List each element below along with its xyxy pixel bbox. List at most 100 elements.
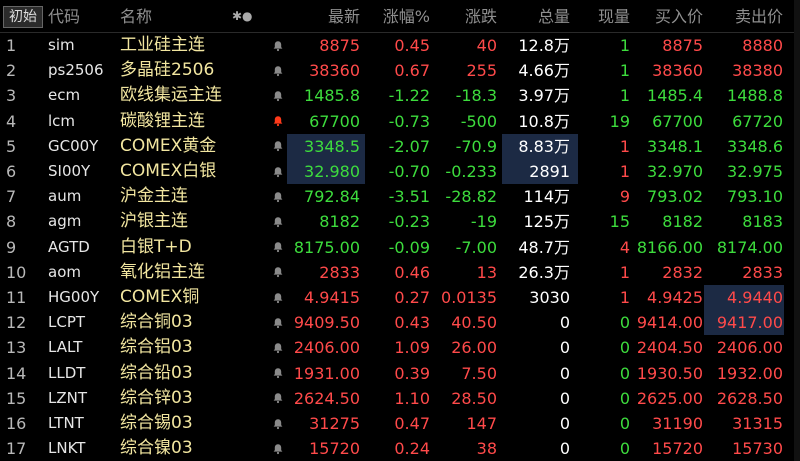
column-header-last[interactable]: 最新 (300, 0, 360, 33)
row-change: -18.3 (455, 86, 497, 106)
row-change-pct: -0.09 (388, 237, 430, 257)
row-ask-price: 2628.50 (716, 388, 783, 408)
bell-icon[interactable] (270, 361, 286, 386)
row-volume: 125万 (523, 212, 570, 232)
table-row[interactable]: 4 lcm 碳酸锂主连 67700 -0.73 -500 10.8万 19 67700 67720 (0, 109, 800, 134)
row-bid-price: 8875 (662, 36, 703, 55)
bell-icon[interactable] (270, 310, 286, 335)
row-last-price: 38360 (309, 61, 360, 81)
row-change: -70.9 (455, 136, 497, 156)
row-ask-price: 3348.6 (727, 136, 783, 156)
bell-icon[interactable] (270, 411, 286, 436)
table-row[interactable]: 11 HG00Y COMEX铜 4.9415 0.27 0.0135 3030 1 4.9425… (0, 285, 800, 310)
row-index: 12 (6, 313, 27, 333)
bell-icon[interactable] (270, 159, 286, 184)
row-bid-price: 32.970 (647, 162, 703, 181)
row-change-pct: 0.46 (394, 262, 430, 282)
table-row[interactable]: 14 LLDT 综合铅03 1931.00 0.39 7.50 0 0 1930.50 1932.… (0, 361, 800, 386)
bell-icon[interactable] (270, 134, 286, 159)
row-bid-price: 3348.1 (647, 136, 703, 156)
row-index: 2 (6, 61, 17, 81)
row-code: LNKT (48, 439, 86, 458)
table-row[interactable]: 1 sim 工业硅主连 8875 0.45 40 12.8万 1 8875 8880 (0, 33, 800, 58)
row-bid-price: 31190 (652, 414, 703, 433)
row-volume: 0 (559, 439, 570, 459)
row-change-pct: 0.24 (394, 439, 430, 459)
init-button[interactable]: 初始 (3, 6, 43, 28)
row-volume: 26.3万 (518, 262, 570, 282)
row-index: 13 (6, 338, 27, 358)
scrollbar[interactable] (794, 0, 800, 461)
table-row[interactable]: 10 aom 氧化铝主连 2833 0.46 13 26.3万 1 2832 2833 (0, 260, 800, 285)
row-name: 综合锌03 (120, 387, 193, 408)
row-name: 综合铝03 (120, 337, 193, 358)
table-row[interactable]: 16 LTNT 综合锡03 31275 0.47 147 0 0 31190 31315 (0, 411, 800, 436)
row-change-pct: -0.70 (388, 162, 430, 181)
column-header-code[interactable]: 代码 (48, 0, 80, 33)
column-header-ask[interactable]: 卖出价 (719, 0, 783, 33)
bell-icon[interactable] (270, 235, 286, 260)
table-row[interactable]: 13 LALT 综合铝03 2406.00 1.09 26.00 0 0 2404.50 2406… (0, 335, 800, 360)
table-row[interactable]: 9 AGTD 白银T+D 8175.00 -0.09 -7.00 48.7万 4 8166.00… (0, 235, 800, 260)
bell-icon[interactable] (270, 33, 286, 58)
bell-icon[interactable] (270, 184, 286, 209)
row-index: 15 (6, 388, 27, 408)
row-change: -7.00 (455, 237, 497, 257)
row-volume: 0 (559, 338, 570, 358)
row-code: AGTD (48, 237, 90, 256)
row-last-price: 4.9415 (304, 288, 360, 307)
row-index: 16 (6, 414, 27, 433)
row-ask-price: 8880 (742, 36, 783, 55)
row-index: 17 (6, 439, 27, 459)
bell-icon[interactable] (270, 436, 286, 461)
row-change: -0.233 (445, 162, 497, 181)
column-header-vol[interactable]: 总量 (510, 0, 570, 33)
column-header-chg[interactable]: 涨跌 (437, 0, 497, 33)
row-bid-price: 1485.4 (647, 86, 703, 106)
table-row[interactable]: 5 GC00Y COMEX黄金 3348.5 -2.07 -70.9 8.83万 1 3348.… (0, 134, 800, 159)
row-change: 13 (476, 262, 497, 282)
row-change-pct: -0.73 (388, 111, 430, 131)
row-name: COMEX黄金 (120, 135, 217, 156)
row-code: aum (48, 187, 82, 206)
row-code: sim (48, 36, 75, 54)
table-row[interactable]: 2 ps2506 多晶硅2506 38360 0.67 255 4.66万 1 38360 383… (0, 58, 800, 83)
row-current-volume: 0 (619, 338, 630, 358)
bell-icon[interactable] (270, 83, 286, 108)
row-last-price: 32.980 (304, 162, 360, 181)
column-header-pct[interactable]: 涨幅% (370, 0, 430, 33)
row-last-price: 1931.00 (293, 363, 360, 383)
row-last-price: 3348.5 (304, 136, 360, 156)
row-index: 10 (6, 262, 27, 282)
table-row[interactable]: 15 LZNT 综合锌03 2624.50 1.10 28.50 0 0 2625.00 2628… (0, 386, 800, 411)
bell-icon[interactable] (270, 260, 286, 285)
column-header-name[interactable]: 名称 (120, 0, 152, 33)
table-row[interactable]: 7 aum 沪金主连 792.84 -3.51 -28.82 114万 9 793.02 793.… (0, 184, 800, 209)
table-row[interactable]: 12 LCPT 综合铜03 9409.50 0.43 40.50 0 0 9414.00 9417… (0, 310, 800, 335)
table-row[interactable]: 8 agm 沪银主连 8182 -0.23 -19 125万 15 8182 8183 (0, 209, 800, 234)
flags-icon[interactable]: ✱● (232, 0, 258, 33)
table-row[interactable]: 6 SI00Y COMEX白银 32.980 -0.70 -0.233 2891 1 32.97… (0, 159, 800, 184)
table-row[interactable]: 17 LNKT 综合镍03 15720 0.24 38 0 0 15720 15730 (0, 436, 800, 461)
row-current-volume: 1 (619, 162, 630, 181)
column-header-bid[interactable]: 买入价 (639, 0, 703, 33)
bell-icon[interactable] (270, 386, 286, 411)
table-row[interactable]: 3 ecm 欧线集运主连 1485.8 -1.22 -18.3 3.97万 1 1485.4 14… (0, 83, 800, 108)
row-code: SI00Y (48, 162, 91, 180)
row-index: 11 (6, 288, 27, 307)
bell-icon[interactable] (270, 285, 286, 310)
bell-active-icon[interactable] (270, 109, 286, 134)
bell-icon[interactable] (270, 335, 286, 360)
row-change-pct: 0.45 (394, 36, 430, 55)
bell-icon[interactable] (270, 58, 286, 83)
row-change-pct: -2.07 (388, 136, 430, 156)
row-last-price: 792.84 (304, 187, 360, 207)
row-change-pct: 1.09 (394, 338, 430, 358)
row-name: COMEX白银 (120, 161, 217, 181)
row-volume: 3030 (529, 288, 570, 307)
row-index: 9 (6, 237, 17, 257)
row-name: COMEX铜 (120, 287, 200, 307)
row-volume: 3.97万 (518, 86, 570, 106)
bell-icon[interactable] (270, 209, 286, 234)
column-header-cur[interactable]: 现量 (580, 0, 630, 33)
